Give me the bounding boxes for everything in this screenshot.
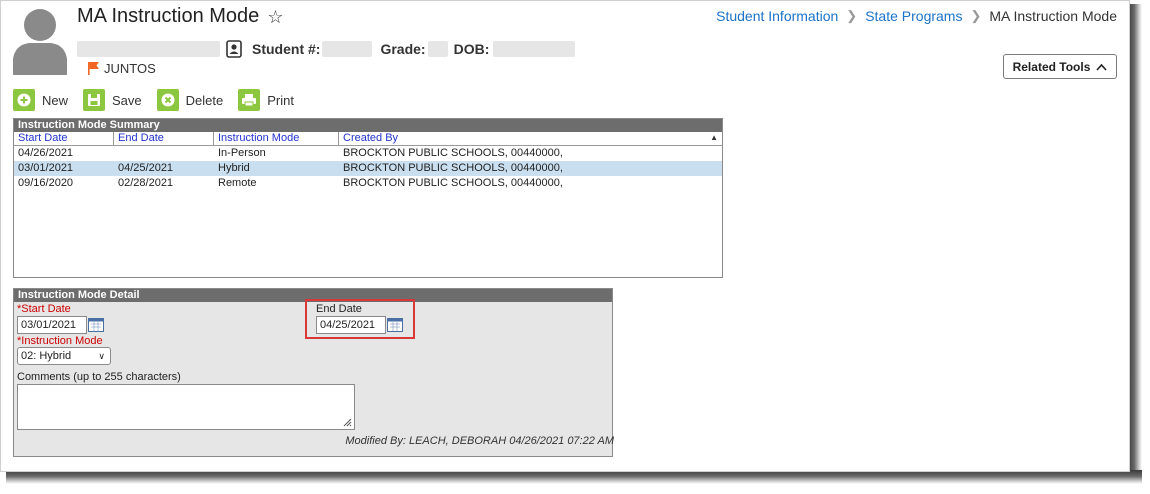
printer-icon [238, 89, 261, 111]
instruction-mode-selected-value: 02: Hybrid [21, 350, 72, 362]
student-name-redacted [77, 41, 220, 57]
action-toolbar: New Save Delete Print [13, 89, 294, 111]
avatar [11, 7, 69, 75]
chevron-down-icon: ∨ [98, 351, 105, 361]
start-date-input[interactable]: 03/01/2021 [17, 316, 87, 334]
dob-redacted [493, 41, 576, 57]
grade-redacted [427, 41, 448, 57]
cell-end-date [114, 146, 214, 161]
start-date-label-text: Start Date [21, 303, 71, 315]
grade-label: Grade: [380, 41, 426, 57]
cell-instruction-mode: Remote [218, 177, 257, 189]
comments-label: Comments (up to 255 characters) [17, 371, 181, 383]
chevron-right-icon: ❯ [846, 8, 858, 23]
program-flag-label: JUNTOS [104, 61, 156, 76]
related-tools-button[interactable]: Related Tools [1003, 54, 1117, 79]
summary-column-headers: Start Date End Date Instruction Mode Cre… [14, 132, 722, 146]
summary-panel-title: Instruction Mode Summary [14, 119, 722, 132]
related-tools-label: Related Tools [1012, 59, 1091, 74]
cell-created-by: BROCKTON PUBLIC SCHOOLS, 00440000, [343, 147, 563, 159]
print-button-label: Print [267, 92, 294, 108]
breadcrumb-current: MA Instruction Mode [989, 8, 1117, 24]
dob-label: DOB: [453, 41, 490, 57]
column-header-end-date[interactable]: End Date [114, 132, 214, 145]
delete-button-label: Delete [185, 92, 224, 108]
start-date-label: *Start Date [17, 303, 71, 315]
instruction-mode-label: *Instruction Mode [17, 335, 103, 347]
calendar-icon[interactable] [88, 318, 104, 332]
cell-start-date: 04/26/2021 [18, 147, 74, 159]
save-icon [83, 89, 106, 111]
instruction-mode-summary-panel: Instruction Mode Summary Start Date End … [13, 118, 723, 278]
student-number-redacted [322, 41, 373, 57]
breadcrumb-student-information[interactable]: Student Information [716, 8, 838, 24]
cell-start-date: 09/16/2020 [18, 177, 74, 189]
breadcrumb-state-programs[interactable]: State Programs [865, 8, 962, 24]
chevron-up-icon [1096, 63, 1107, 71]
resize-handle-icon[interactable] [343, 418, 352, 427]
table-row[interactable]: 09/16/2020 02/28/2021 Remote BROCKTON PU… [14, 176, 722, 191]
cell-end-date: 02/28/2021 [118, 177, 174, 189]
save-button[interactable]: Save [83, 89, 142, 111]
table-row-selected[interactable]: 03/01/2021 04/25/2021 Hybrid BROCKTON PU… [14, 161, 722, 176]
column-header-start-date[interactable]: Start Date [14, 132, 114, 145]
flag-icon [88, 62, 99, 75]
cell-instruction-mode: In-Person [218, 147, 266, 159]
sort-ascending-icon[interactable]: ▲ [710, 133, 718, 142]
student-number-label: Student #: [252, 41, 321, 57]
cell-created-by: BROCKTON PUBLIC SCHOOLS, 00440000, [343, 177, 563, 189]
window-shadow-right [1128, 4, 1142, 478]
delete-icon [156, 89, 179, 111]
instruction-mode-label-text: Instruction Mode [21, 335, 103, 347]
app-window: MA Instruction Mode ☆ Student Informatio… [0, 0, 1130, 472]
cell-end-date: 04/25/2021 [118, 162, 174, 174]
new-button[interactable]: New [13, 89, 68, 111]
delete-button[interactable]: Delete [156, 89, 224, 111]
page-title: MA Instruction Mode ☆ [77, 5, 283, 28]
favorite-star-icon[interactable]: ☆ [267, 8, 283, 26]
cell-instruction-mode: Hybrid [218, 162, 250, 174]
print-button[interactable]: Print [238, 89, 294, 111]
window-shadow-bottom [6, 470, 1142, 484]
comments-textarea[interactable] [17, 384, 355, 430]
column-header-instruction-mode[interactable]: Instruction Mode [214, 132, 339, 145]
cell-start-date: 03/01/2021 [18, 162, 74, 174]
page-title-text: MA Instruction Mode [77, 5, 260, 27]
column-header-created-by[interactable]: Created By [339, 132, 722, 145]
save-button-label: Save [112, 92, 142, 108]
table-row[interactable]: 04/26/2021 In-Person BROCKTON PUBLIC SCH… [14, 146, 722, 161]
student-info-row: Student #: Grade: DOB: [77, 39, 576, 59]
instruction-mode-select[interactable]: 02: Hybrid ∨ [17, 347, 111, 365]
student-card-icon[interactable] [226, 40, 242, 58]
new-button-label: New [42, 92, 69, 108]
plus-icon [13, 89, 35, 111]
breadcrumb: Student Information ❯ State Programs ❯ M… [716, 8, 1117, 24]
chevron-right-icon: ❯ [970, 8, 982, 23]
end-date-highlight-box [305, 299, 415, 339]
program-flag[interactable]: JUNTOS [87, 61, 156, 76]
modified-by-text: Modified By: LEACH, DEBORAH 04/26/2021 0… [345, 435, 614, 447]
cell-created-by: BROCKTON PUBLIC SCHOOLS, 00440000, [343, 162, 563, 174]
